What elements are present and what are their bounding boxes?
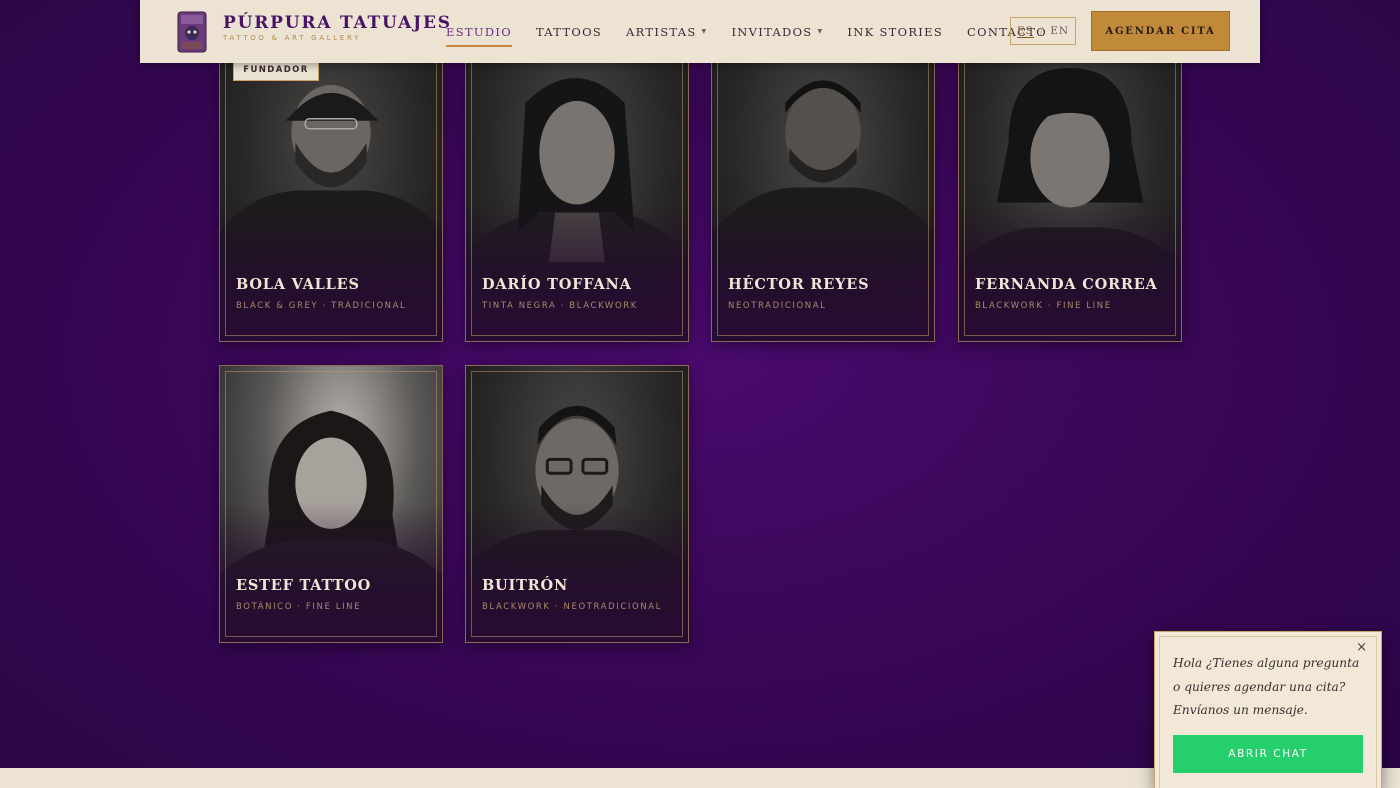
brand-name: PÚRPURA TATUAJES bbox=[223, 13, 452, 33]
card-frame bbox=[471, 371, 683, 637]
artist-card[interactable]: ESTEF TATTOO BOTÁNICO · FINE LINE bbox=[219, 365, 443, 643]
artist-card[interactable]: BUITRÓN BLACKWORK · NEOTRADICIONAL bbox=[465, 365, 689, 643]
founder-badge: FUNDADOR bbox=[233, 63, 319, 81]
nav-invitados[interactable]: INVITADOS ▼ bbox=[731, 25, 823, 39]
nav-label: INVITADOS bbox=[731, 24, 813, 39]
nav-estudio[interactable]: ESTUDIO bbox=[446, 24, 512, 47]
nav-label: TATTOOS bbox=[535, 24, 603, 39]
card-frame bbox=[225, 371, 437, 637]
artist-card[interactable]: DARÍO TOFFANA TINTA NEGRA · BLACKWORK bbox=[465, 63, 689, 342]
book-appointment-button[interactable]: AGENDAR CITA bbox=[1091, 11, 1230, 51]
artist-style: BLACKWORK · FINE LINE bbox=[975, 301, 1112, 311]
nav-label: ARTISTAS bbox=[626, 24, 697, 39]
artist-style: BLACKWORK · NEOTRADICIONAL bbox=[482, 602, 662, 612]
artist-name: FERNANDA CORREA bbox=[975, 276, 1158, 293]
open-chat-button[interactable]: ABRIR CHAT bbox=[1173, 735, 1363, 773]
artist-style: BLACK & GREY · TRADICIONAL bbox=[236, 301, 407, 311]
artist-card[interactable]: FUNDADOR BOLA VALLES BLACK & GREY · TRAD… bbox=[219, 63, 443, 342]
artist-name: BUITRÓN bbox=[482, 577, 569, 594]
lang-separator: / bbox=[1039, 25, 1045, 37]
card-frame bbox=[225, 63, 437, 336]
artist-name: ESTEF TATTOO bbox=[236, 577, 372, 594]
artist-name: HÉCTOR REYES bbox=[728, 276, 870, 293]
artist-name: DARÍO TOFFANA bbox=[482, 276, 632, 293]
logo-icon[interactable] bbox=[176, 11, 208, 53]
language-switcher: ES / EN bbox=[1010, 17, 1076, 45]
nav-artistas[interactable]: ARTISTAS ▼ bbox=[626, 25, 707, 39]
artist-card[interactable]: HÉCTOR REYES NEOTRADICIONAL bbox=[711, 63, 935, 342]
artist-style: NEOTRADICIONAL bbox=[728, 301, 827, 311]
nav-label: ESTUDIO bbox=[446, 24, 512, 39]
main-nav: ESTUDIO TATTOOS ARTISTAS ▼ INVITADOS ▼ I… bbox=[446, 0, 1071, 63]
chat-widget: × Hola ¿Tienes alguna pregunta o quieres… bbox=[1154, 631, 1382, 788]
brand-tagline: TATTOO & ART GALLERY bbox=[223, 34, 362, 42]
chevron-down-icon: ▼ bbox=[817, 28, 824, 35]
chevron-down-icon: ▼ bbox=[701, 28, 708, 35]
artist-card[interactable]: FERNANDA CORREA BLACKWORK · FINE LINE bbox=[958, 63, 1182, 342]
card-frame bbox=[717, 63, 929, 336]
card-frame bbox=[964, 63, 1176, 336]
card-frame bbox=[471, 63, 683, 336]
brand[interactable]: PÚRPURA TATUAJES TATTOO & ART GALLERY bbox=[223, 13, 452, 42]
chat-message: Hola ¿Tienes alguna pregunta o quieres a… bbox=[1173, 656, 1360, 717]
nav-tattoos[interactable]: TATTOOS bbox=[536, 25, 602, 39]
artist-name: BOLA VALLES bbox=[236, 276, 360, 293]
lang-en[interactable]: EN bbox=[1050, 25, 1069, 37]
lang-es[interactable]: ES bbox=[1016, 25, 1034, 38]
nav-label: INK STORIES bbox=[847, 24, 944, 39]
site-header: PÚRPURA TATUAJES TATTOO & ART GALLERY ES… bbox=[140, 0, 1260, 63]
artist-style: TINTA NEGRA · BLACKWORK bbox=[482, 301, 638, 311]
artist-style: BOTÁNICO · FINE LINE bbox=[236, 602, 362, 612]
nav-ink-stories[interactable]: INK STORIES bbox=[847, 25, 943, 39]
